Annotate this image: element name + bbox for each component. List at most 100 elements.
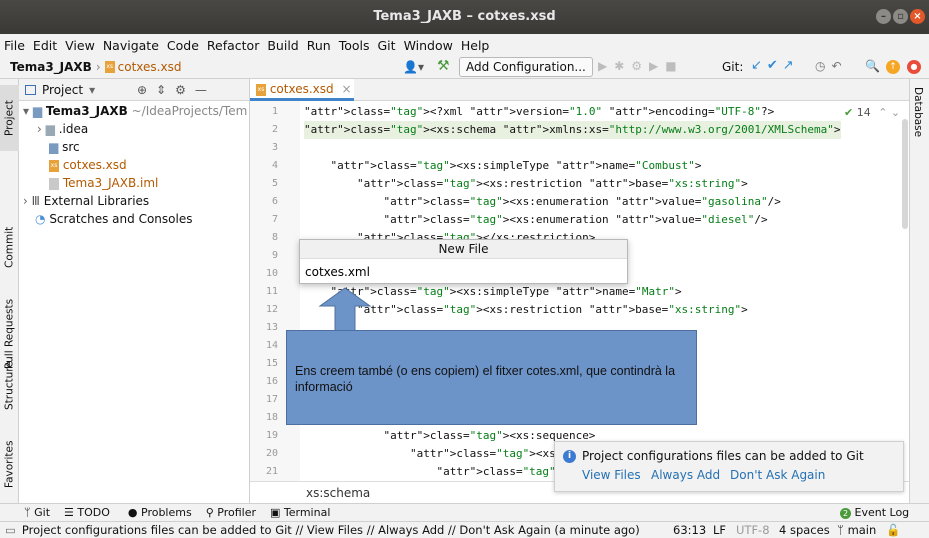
tab-structure[interactable]: Structure — [0, 351, 19, 421]
line-number: 19 — [265, 430, 278, 441]
line-number: 14 — [265, 340, 278, 351]
menu-window[interactable]: Window — [404, 38, 453, 53]
code-line[interactable]: "attr">class="tag"><xs:simpleType "attr"… — [304, 157, 702, 175]
project-view-selector[interactable]: Project — [42, 83, 83, 97]
breadcrumb-file[interactable]: cotxes.xsd — [118, 60, 182, 74]
ide-logo-icon[interactable]: ● — [907, 60, 921, 74]
search-icon[interactable]: 🔍 — [865, 59, 880, 73]
module-file-icon — [49, 177, 59, 190]
tab-favorites[interactable]: Favorites — [0, 429, 19, 499]
lock-icon[interactable]: 🔓 — [886, 523, 900, 537]
chevron-down-icon[interactable]: ▾ — [89, 83, 95, 97]
always-add-link[interactable]: Always Add — [651, 468, 720, 482]
history-rollback-icons[interactable]: ◷↶ — [815, 59, 848, 73]
inspection-widget[interactable]: ✔ 14 ⌃ ⌄ — [844, 106, 900, 119]
update-icon[interactable]: ↑ — [886, 60, 900, 74]
tool-problems[interactable]: ● Problems — [128, 506, 192, 519]
tool-git[interactable]: ᛘ Git — [24, 506, 50, 519]
library-icon: Ⅲ — [31, 194, 40, 208]
caret-position[interactable]: 63:13 — [673, 523, 706, 537]
vertical-scrollbar[interactable] — [902, 119, 908, 229]
git-update-commit-push-icons[interactable]: ↙✔↗ — [751, 58, 799, 73]
minimize-icon[interactable]: – — [876, 9, 891, 24]
editor-tab-cotxes-xsd[interactable]: xs cotxes.xsd × — [250, 79, 354, 101]
annotation-arrow — [318, 287, 372, 332]
add-configuration-button[interactable]: Add Configuration... — [459, 57, 593, 77]
dont-ask-again-link[interactable]: Don't Ask Again — [730, 468, 825, 482]
code-line[interactable]: "attr">class="tag"><xs:enumeration "attr… — [304, 193, 780, 211]
chevron-down-icon[interactable]: ▾ — [23, 104, 29, 118]
close-icon[interactable]: × — [910, 9, 925, 24]
menu-build[interactable]: Build — [267, 38, 298, 53]
tree-item-src[interactable]: ▆ src — [49, 138, 80, 156]
menu-code[interactable]: Code — [167, 38, 199, 53]
indent-setting[interactable]: 4 spaces — [779, 523, 830, 537]
menu-run[interactable]: Run — [307, 38, 331, 53]
build-hammer-icon[interactable]: ⚒ — [437, 58, 450, 74]
tool-terminal[interactable]: ▣ Terminal — [270, 506, 330, 519]
close-tab-icon[interactable]: × — [341, 82, 351, 96]
menu-navigate[interactable]: Navigate — [103, 38, 159, 53]
tree-item-path: ~/IdeaProjects/Tem — [131, 104, 248, 118]
folder-icon: ▆ — [49, 140, 59, 154]
chevron-up-down-icons[interactable]: ⌃ ⌄ — [878, 106, 900, 119]
status-icon[interactable]: ▭ — [5, 523, 16, 537]
maximize-icon[interactable]: ▫ — [893, 9, 908, 24]
file-name-input[interactable] — [303, 262, 624, 281]
event-log-badge: 2 — [840, 508, 851, 519]
breadcrumb-project[interactable]: Tema3_JAXB — [10, 60, 92, 74]
line-number: 9 — [271, 250, 278, 261]
folder-icon: ▆ — [45, 122, 55, 136]
menu-view[interactable]: View — [65, 38, 95, 53]
check-icon: ✔ — [844, 106, 854, 119]
tool-event-log[interactable]: 2 Event Log — [840, 506, 909, 519]
code-line[interactable]: "attr">class="tag"><xs:enumeration "attr… — [304, 211, 767, 229]
menu-edit[interactable]: Edit — [33, 38, 57, 53]
menu-refactor[interactable]: Refactor — [207, 38, 259, 53]
folder-icon: ▆ — [32, 104, 43, 118]
menu-help[interactable]: Help — [461, 38, 490, 53]
tree-item-project-root[interactable]: ▾ ▆ Tema3_JAXB ~/IdeaProjects/Tem — [23, 102, 247, 120]
code-line[interactable]: "attr">class="tag"><xs:sequence> — [304, 427, 595, 445]
tree-item-external-libraries[interactable]: › Ⅲ External Libraries — [23, 192, 149, 210]
tab-commit[interactable]: Commit — [0, 219, 19, 275]
tree-item-label: cotxes.xsd — [62, 158, 127, 172]
tree-item-label: .idea — [58, 122, 89, 136]
panel-actions-icons[interactable]: ⊕⇕⚙— — [137, 83, 216, 97]
line-separator[interactable]: LF — [713, 523, 726, 537]
tab-database-label: Database — [912, 87, 924, 138]
view-files-link[interactable]: View Files — [582, 468, 641, 482]
line-number: 15 — [265, 358, 278, 369]
warning-count: 14 — [856, 106, 871, 119]
notification-message: Project configurations files can be adde… — [582, 449, 864, 463]
code-line[interactable]: "attr">class="tag"><xs:restriction "attr… — [304, 175, 748, 193]
tree-item-scratches[interactable]: ◔ Scratches and Consoles — [35, 210, 192, 228]
status-bar: ▭ Project configurations files can be ad… — [0, 521, 929, 538]
menu-file[interactable]: File — [4, 38, 25, 53]
tab-project[interactable]: Project — [0, 85, 19, 151]
code-line[interactable]: "attr">class="tag"><xs:schema "attr">xml… — [304, 121, 841, 139]
tool-todo[interactable]: ☰ TODO — [64, 506, 110, 519]
chevron-right-icon[interactable]: › — [37, 122, 42, 136]
tool-todo-label: TODO — [77, 506, 110, 519]
tree-item-iml[interactable]: Tema3_JAXB.iml — [49, 174, 158, 192]
breadcrumb-xs-schema[interactable]: xs:schema — [306, 486, 370, 500]
tab-database[interactable]: Database — [912, 87, 924, 137]
tree-item-cotxes-xsd[interactable]: xs cotxes.xsd — [49, 156, 127, 174]
menu-git[interactable]: Git — [378, 38, 396, 53]
line-number: 8 — [271, 232, 278, 243]
tool-profiler[interactable]: ⚲ Profiler — [206, 506, 256, 519]
line-number: 16 — [265, 376, 278, 387]
run-debug-icons[interactable]: ▶✱⚙▶■ — [598, 59, 684, 73]
code-line[interactable]: "attr">class="tag"><?xml "attr">version=… — [304, 103, 774, 121]
callout-text: Ens creem també (o ens copiem) el fitxer… — [295, 364, 676, 394]
status-message[interactable]: Project configurations files can be adde… — [22, 523, 640, 537]
file-encoding[interactable]: UTF-8 — [736, 523, 770, 537]
menu-tools[interactable]: Tools — [339, 38, 370, 53]
line-number: 21 — [265, 466, 278, 477]
user-icon[interactable]: 👤▾ — [403, 60, 424, 74]
git-branch[interactable]: ᛘ main — [837, 523, 876, 537]
annotation-callout: Ens creem també (o ens copiem) el fitxer… — [286, 330, 697, 425]
chevron-right-icon[interactable]: › — [23, 194, 28, 208]
tree-item-idea[interactable]: › ▆ .idea — [37, 120, 88, 138]
